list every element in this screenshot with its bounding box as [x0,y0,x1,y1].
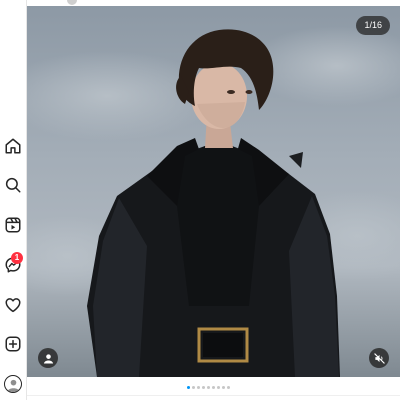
nav-home[interactable] [0,133,26,159]
carousel-dot[interactable] [211,385,215,389]
post-image[interactable]: 1/16 [27,6,400,377]
tag-people-button[interactable] [38,348,58,368]
home-icon [5,138,21,154]
carousel-dot[interactable] [216,385,220,389]
carousel-dot[interactable] [186,385,190,389]
nav-create[interactable] [0,331,26,357]
carousel-counter: 1/16 [356,16,390,35]
carousel-dots [0,384,400,390]
carousel-dot[interactable] [196,385,200,389]
nav-messages[interactable]: 1 [0,252,26,278]
left-nav: 1 [0,0,27,400]
speaker-muted-icon [373,352,385,364]
nav-notifications[interactable] [0,292,26,318]
nav-search[interactable] [0,172,26,198]
photo-scene [27,6,400,377]
carousel-dot[interactable] [201,385,205,389]
carousel-dot[interactable] [191,385,195,389]
heart-icon [5,298,21,313]
carousel-dot[interactable] [226,385,230,389]
user-tag-icon [43,353,53,364]
plus-square-icon [5,336,21,352]
search-icon [5,177,21,193]
notification-badge: 1 [11,252,23,264]
nav-reels[interactable] [0,212,26,238]
reels-icon [5,217,21,233]
carousel-dot[interactable] [206,385,210,389]
divider [27,395,400,396]
carousel-dot[interactable] [221,385,225,389]
header-avatar[interactable] [67,0,77,5]
mute-button[interactable] [369,348,389,368]
